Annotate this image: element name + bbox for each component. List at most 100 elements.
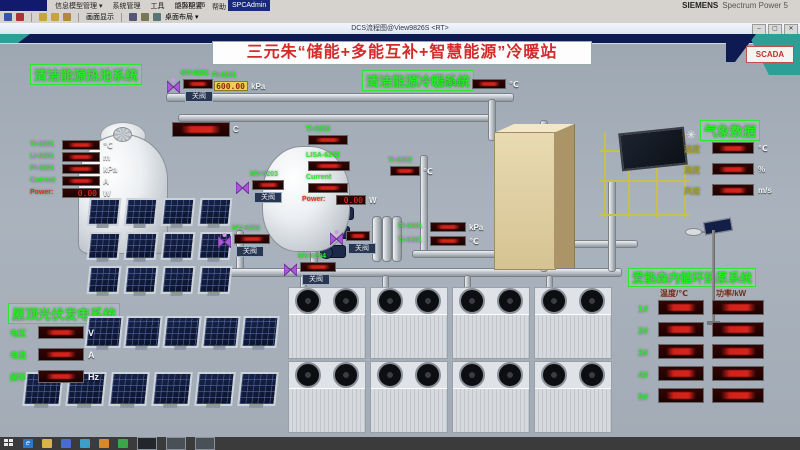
mv-6202-close-valve-button[interactable]: 关阀: [236, 246, 264, 257]
window-tab[interactable]: [0, 0, 47, 11]
tool-icon-7[interactable]: [141, 13, 149, 21]
computer-icon[interactable]: [61, 439, 71, 448]
heat-pump-unit[interactable]: [534, 287, 612, 359]
hp-row-3-label: 3#: [638, 348, 648, 358]
solar-panel: [108, 372, 150, 406]
fan-icon: [541, 362, 567, 388]
ti-6201-unit: ℃: [103, 141, 113, 150]
ti-6203-display: [308, 135, 348, 145]
boiler-cabinet-side: [554, 124, 575, 268]
sp-6201-label: PI-6201: [212, 72, 237, 79]
user-badge[interactable]: SPCAdmin: [228, 0, 270, 11]
fan-icon: [579, 362, 605, 388]
window-preview-3[interactable]: [195, 437, 215, 450]
power-2-label: Power:: [302, 196, 325, 203]
tool-icon-8[interactable]: [153, 13, 161, 21]
ti-6302-display: [390, 166, 420, 176]
hp-row-3-temp-display: [658, 344, 704, 359]
solar-panel: [124, 232, 159, 260]
media-app-icon[interactable]: [99, 439, 109, 448]
weather-0-display: [712, 142, 754, 154]
heat-pump-top: [371, 288, 447, 315]
folder-icon[interactable]: [42, 439, 52, 448]
clock: 15:19:26: [178, 2, 205, 9]
sp-6201-unit: kPa: [251, 82, 265, 91]
desktop-menu[interactable]: 桌面布局 ▾: [165, 12, 198, 22]
menubar: 信息模型管理 ▾系统管理工具能源配置 15:19:26 帮助 SPCAdmin …: [0, 0, 800, 11]
display-icon[interactable]: [80, 439, 90, 448]
heat-exchanger-tube: [372, 216, 382, 262]
heat-pump-fins: [453, 388, 529, 432]
view-menu[interactable]: 画面显示: [86, 12, 114, 22]
mv-6206-close-valve-button[interactable]: 关阀: [348, 243, 376, 254]
heat-pump-top: [535, 362, 611, 389]
heat-pump-unit[interactable]: [370, 361, 448, 433]
weather-0-unit: ℃: [758, 144, 768, 153]
mv-6202-valve-icon[interactable]: [218, 233, 231, 248]
mv-6206-valve-icon[interactable]: [330, 230, 343, 245]
solar-panel: [161, 266, 196, 294]
sp-6201-display: 600.00: [214, 81, 248, 91]
hp-row-4-power-display: [712, 366, 764, 381]
heat-pump-unit[interactable]: [288, 287, 366, 359]
window-preview-2[interactable]: [166, 437, 186, 450]
tool-icon-2[interactable]: [16, 13, 24, 21]
hp-row-5-label: 5#: [638, 392, 648, 402]
mv-6204-close-valve-button[interactable]: 关阀: [302, 274, 330, 285]
power-1-unit: W: [103, 189, 111, 198]
fan-icon: [415, 362, 441, 388]
solar-panel: [123, 316, 162, 348]
fan-icon: [377, 362, 403, 388]
hp-row-5-power-display: [712, 388, 764, 403]
heat-pump-unit[interactable]: [452, 361, 530, 433]
menu-item-0[interactable]: 信息模型管理 ▾: [55, 1, 102, 11]
main-temp-unit: C: [233, 125, 239, 134]
mv-6201-close-valve-button[interactable]: 关阀: [185, 91, 213, 102]
pv-2-unit: Hz: [88, 372, 99, 382]
heat-pump-fins: [371, 314, 447, 358]
tool-icon-6[interactable]: [129, 13, 137, 21]
heat-pump-top: [289, 288, 365, 315]
solar-panel: [194, 372, 236, 406]
pv-2-label: 频率: [10, 372, 26, 383]
main-temp-display: [172, 122, 230, 137]
mv-6203-close-valve-button[interactable]: 关阀: [254, 192, 282, 203]
pi-6301-unit: kPa: [469, 223, 483, 232]
scada-button[interactable]: SCADA: [746, 46, 794, 63]
tool-icon-4[interactable]: [51, 13, 59, 21]
pi-6201-unit: kPa: [103, 165, 117, 174]
hp-row-3-power-display: [712, 344, 764, 359]
ie-browser-icon[interactable]: e: [23, 439, 33, 448]
solar-panel: [161, 232, 196, 260]
mv-6203-display: [252, 180, 284, 190]
heat-pump-unit[interactable]: [534, 361, 612, 433]
lisa-6202-label: LISA-6202: [306, 152, 340, 159]
mv-6204-valve-icon[interactable]: [284, 261, 297, 276]
hp-col-power: 功率/kW: [716, 288, 746, 299]
pipe: [178, 114, 490, 122]
tool-icon-1[interactable]: [4, 13, 12, 21]
heat-pump-unit[interactable]: [288, 361, 366, 433]
heat-pump-unit[interactable]: [370, 287, 448, 359]
heat-pump-unit[interactable]: [452, 287, 530, 359]
window-preview-1[interactable]: [137, 437, 157, 450]
heat-pump-top: [289, 362, 365, 389]
pv-1-display: [38, 348, 84, 361]
tool-icon-3[interactable]: [39, 13, 47, 21]
tool-icon-5[interactable]: [63, 13, 71, 21]
solar-panel: [124, 198, 159, 226]
scada-canvas: SCADA 三元朱“储能+多能互补+智慧能源”冷暖站 清洁能源热池系统 清洁能源…: [0, 34, 800, 437]
toolbar-separator: [31, 13, 32, 22]
weather-1-unit: %: [758, 165, 765, 174]
start-button[interactable]: [4, 439, 14, 448]
menu-item-1[interactable]: 系统管理: [112, 1, 140, 11]
boiler-cabinet[interactable]: [494, 132, 556, 270]
lisa-6202-display: [308, 161, 350, 171]
mv-6201-valve-icon[interactable]: [167, 78, 180, 93]
current-2-label: Current: [306, 174, 331, 181]
mv-6203-valve-icon[interactable]: [236, 179, 249, 194]
menu-item-2[interactable]: 工具: [150, 1, 164, 11]
solar-panel: [87, 232, 122, 260]
heat-pump-top: [535, 288, 611, 315]
green-app-icon[interactable]: [118, 439, 128, 448]
